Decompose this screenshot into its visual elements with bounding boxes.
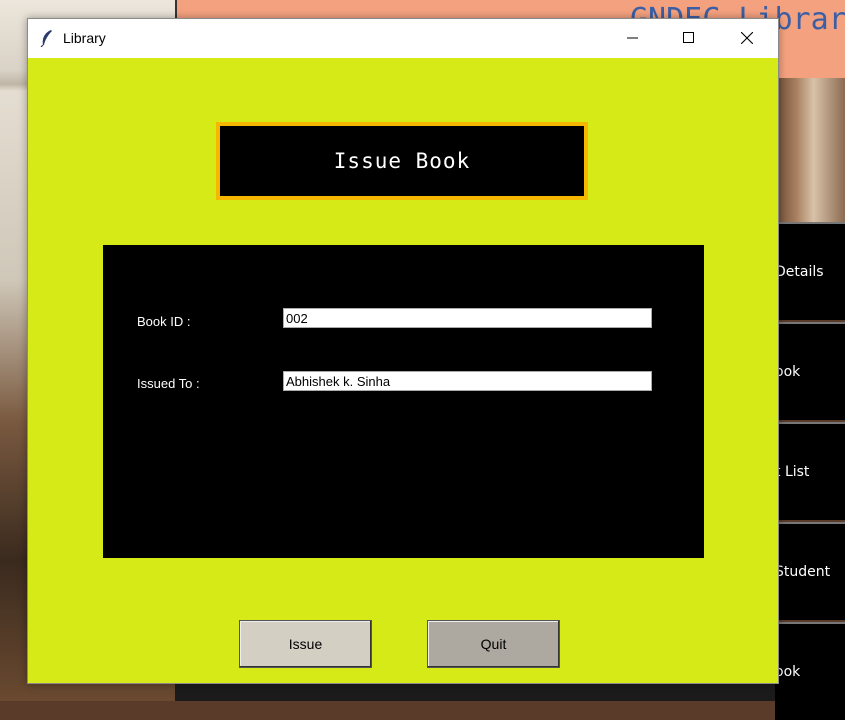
background-side-button-list[interactable]: t List xyxy=(775,422,845,520)
issue-button[interactable]: Issue xyxy=(239,620,372,668)
background-bookshelf-right xyxy=(775,78,845,223)
issue-button-label: Issue xyxy=(288,636,323,652)
side-button-label: Student xyxy=(775,564,831,580)
background-side-button-student[interactable]: Student xyxy=(775,522,845,620)
heading-frame: Issue Book xyxy=(216,122,588,200)
maximize-icon xyxy=(683,29,695,48)
side-button-label: t List xyxy=(775,464,810,480)
background-bottom-strip xyxy=(175,682,845,701)
close-button[interactable] xyxy=(718,19,776,58)
close-icon xyxy=(740,29,754,48)
title-bar[interactable]: Library xyxy=(28,19,778,58)
maximize-button[interactable] xyxy=(660,19,718,58)
background-side-button-details[interactable]: Details xyxy=(775,222,845,320)
library-window: Library Issue Book Book ID : Issued T xyxy=(27,18,779,684)
side-button-label: Details xyxy=(775,264,824,280)
issued-to-label: Issued To : xyxy=(137,376,200,391)
quit-button[interactable]: Quit xyxy=(427,620,560,668)
minimize-button[interactable] xyxy=(604,19,662,58)
page-title: Issue Book xyxy=(333,149,471,173)
background-side-button-book-2[interactable]: ook xyxy=(775,622,845,720)
book-id-label: Book ID : xyxy=(137,314,191,329)
background-side-button-book[interactable]: ook xyxy=(775,322,845,420)
minimize-icon xyxy=(627,29,639,48)
form-panel: Book ID : Issued To : xyxy=(103,245,704,558)
window-title: Library xyxy=(63,30,106,46)
book-id-input[interactable] xyxy=(283,308,652,328)
issued-to-input[interactable] xyxy=(283,371,652,391)
quit-button-label: Quit xyxy=(480,636,507,652)
feather-icon xyxy=(39,29,55,48)
